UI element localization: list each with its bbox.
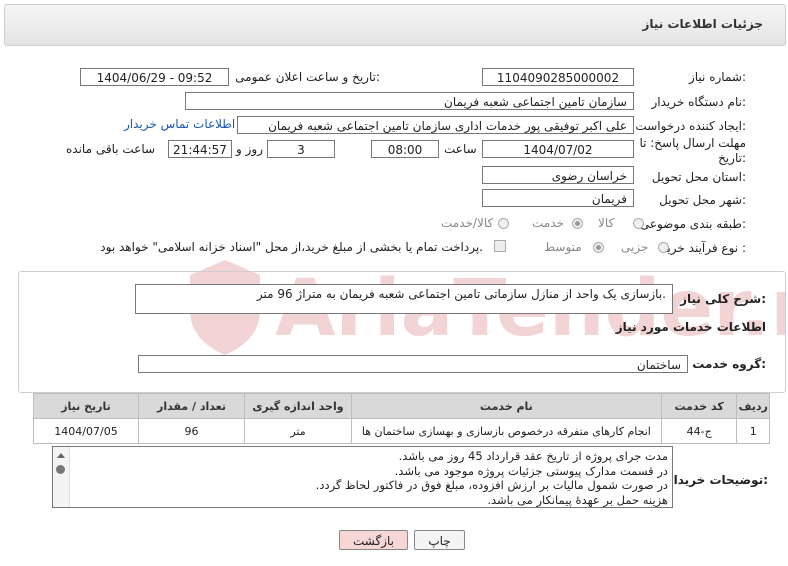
buyer-org-label: نام دستگاه خریدار: — [651, 95, 747, 109]
notes-scrollbar[interactable] — [53, 447, 70, 507]
treasury-checkbox[interactable] — [494, 240, 506, 252]
scroll-up-icon[interactable] — [57, 453, 65, 458]
buyer-notes-text: مدت جرای پروژه از تاریخ عقد قرارداد 45 ر… — [72, 449, 668, 507]
remaining-days-field: 3 — [267, 140, 335, 158]
remaining-label: ساعت باقی مانده — [66, 142, 156, 156]
need-number-label: شماره نیاز: — [688, 70, 746, 84]
summary-label: شرح کلی نیاز: — [680, 292, 766, 306]
announce-date-label: تاریخ و ساعت اعلان عمومی: — [235, 70, 380, 84]
col-name: نام خدمت — [350, 393, 662, 419]
services-table: ردیف کد خدمت نام خدمت واحد اندازه گیری ت… — [33, 393, 770, 444]
category-radio-goods-service[interactable] — [498, 218, 509, 229]
cell-name: انجام کارهای متفرقه درخصوص بازسازی و بهس… — [350, 418, 662, 444]
category-option-service: خدمت — [532, 216, 564, 230]
back-button[interactable]: بازگشت — [339, 530, 408, 550]
buyer-notes-label: توضیحات خریدار: — [666, 473, 768, 487]
note-line: مدت جرای پروژه از تاریخ عقد قرارداد 45 ر… — [398, 449, 668, 463]
col-row: ردیف — [736, 393, 770, 419]
col-unit: واحد اندازه گیری — [243, 393, 352, 419]
process-option-minor: جزیی — [621, 240, 649, 254]
note-line: هزینه حمل بر عهدهٔ پیمانکار می باشد. — [487, 492, 668, 507]
note-line: در صورت شمول مالیات بر ارزش افزوده، مبلغ… — [315, 478, 668, 492]
category-option-goods-service: کالا/خدمت — [441, 216, 494, 230]
city-label: شهر محل تحویل: — [659, 193, 746, 207]
page-title: جزئیات اطلاعات نیاز — [642, 17, 763, 31]
process-radio-medium[interactable] — [593, 242, 604, 253]
cell-code: ج-44 — [660, 418, 738, 444]
services-table-header: ردیف کد خدمت نام خدمت واحد اندازه گیری ت… — [33, 393, 770, 419]
creator-field: علی اکبر توفیقی پور خدمات اداری سازمان ت… — [237, 116, 634, 134]
table-row: 1 ج-44 انجام کارهای متفرقه درخصوص بازساز… — [33, 418, 770, 444]
cell-unit: متر — [243, 418, 352, 444]
category-radio-goods[interactable] — [633, 218, 644, 229]
process-label: نوع فرآیند خرید : — [661, 241, 746, 255]
cell-qty: 96 — [138, 418, 245, 444]
deadline-date-field: 1404/07/02 — [482, 140, 634, 158]
category-radio-service[interactable] — [572, 218, 583, 229]
service-group-field: ساختمان — [138, 355, 688, 373]
deadline-time-label: ساعت — [444, 142, 477, 156]
cell-row: 1 — [736, 418, 770, 444]
category-option-goods: کالا — [598, 216, 615, 230]
summary-field: بازسازی یک واحد از منازل سازماتی تامین ا… — [135, 284, 673, 314]
cell-date: 1404/07/05 — [33, 418, 139, 444]
announce-date-field: 1404/06/29 - 09:52 — [80, 68, 229, 86]
page-header: جزئیات اطلاعات نیاز — [4, 4, 786, 46]
note-line: در قسمت مدارک پیوستی جزئیات پروژه موجود … — [394, 463, 668, 478]
province-field: خراسان رضوی — [482, 166, 634, 184]
deadline-label: مهلت ارسال پاسخ: تا تاریخ: — [639, 136, 746, 165]
col-date: تاریخ نیاز — [33, 393, 139, 419]
buyer-notes-box: مدت جرای پروژه از تاریخ عقد قرارداد 45 ر… — [52, 446, 673, 508]
service-group-label: گروه خدمت: — [692, 357, 766, 371]
deadline-time-field: 08:00 — [371, 140, 439, 158]
days-label: روز و — [236, 142, 263, 156]
need-number-field: 1104090285000002 — [482, 68, 634, 86]
buyer-org-field: سازمان تامین اجتماعی شعبه فریمان — [185, 92, 634, 110]
remaining-time-field: 21:44:57 — [168, 140, 232, 158]
creator-label: ایجاد کننده درخواست: — [635, 119, 746, 133]
scroll-thumb[interactable] — [56, 465, 65, 474]
process-radio-minor[interactable] — [658, 242, 669, 253]
city-field: فریمان — [482, 189, 634, 207]
print-button[interactable]: چاپ — [414, 530, 465, 550]
treasury-note: پرداخت تمام یا بخشی از مبلغ خرید،از محل … — [100, 240, 483, 254]
province-label: استان محل تحویل: — [651, 170, 746, 184]
category-label: طبقه بندی موضوعی: — [639, 217, 746, 231]
services-section-title: اطلاعات خدمات مورد نیاز — [615, 320, 766, 334]
process-option-medium: متوسط — [544, 240, 582, 254]
col-code: کد خدمت — [660, 393, 738, 419]
buyer-contact-link[interactable]: اطلاعات تماس خریدار — [124, 117, 235, 131]
col-qty: تعداد / مقدار — [138, 393, 245, 419]
